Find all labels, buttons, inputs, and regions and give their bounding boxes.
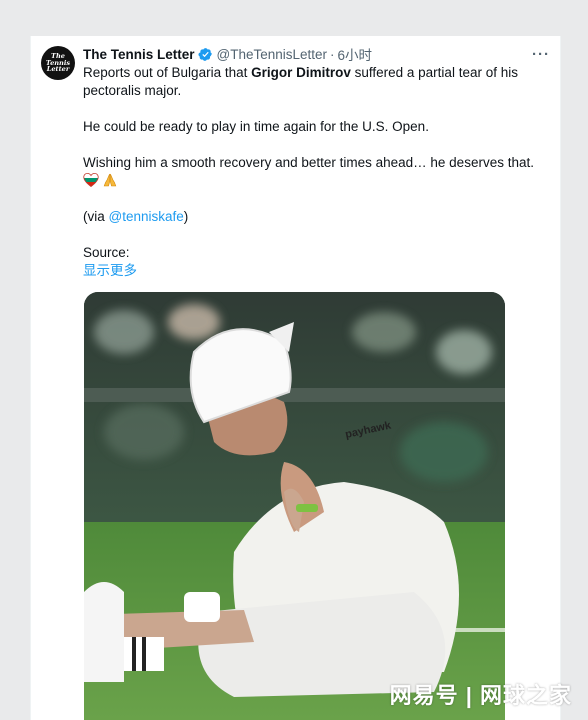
show-more-link[interactable]: 显示更多 bbox=[83, 262, 546, 280]
avatar[interactable]: The Tennis Letter bbox=[41, 46, 75, 80]
paragraph-1: Reports out of Bulgaria that Grigor Dimi… bbox=[83, 65, 518, 98]
separator-dot: · bbox=[330, 46, 335, 62]
paragraph-via: (via @tenniskafe) bbox=[83, 209, 189, 224]
tweet-text: Reports out of Bulgaria that Grigor Dimi… bbox=[83, 64, 546, 280]
player-name: Grigor Dimitrov bbox=[251, 65, 351, 80]
verified-badge-icon bbox=[197, 47, 212, 61]
avatar-logo-text: The Tennis Letter bbox=[45, 52, 71, 74]
paragraph-3: Wishing him a smooth recovery and better… bbox=[83, 154, 546, 190]
timestamp[interactable]: 6小时 bbox=[338, 44, 373, 64]
heart-flag-emoji-icon bbox=[83, 172, 99, 188]
tweet-photo[interactable]: payhawk bbox=[84, 292, 505, 720]
author-name[interactable]: The Tennis Letter bbox=[83, 47, 195, 62]
more-options-icon[interactable]: ··· bbox=[532, 46, 550, 63]
mention-link[interactable]: @tenniskafe bbox=[109, 209, 184, 224]
praying-hands-emoji-icon bbox=[103, 173, 117, 187]
source-label: Source: bbox=[83, 245, 130, 260]
photo-illustration: payhawk bbox=[84, 292, 505, 720]
watermark: 网易号 | 网球之家 bbox=[389, 683, 572, 708]
author-handle[interactable]: @TheTennisLetter bbox=[217, 47, 328, 62]
tweet-header: The Tennis Letter @TheTennisLetter · 6小时… bbox=[83, 44, 550, 64]
tweet-card: The Tennis Letter The Tennis Letter @The… bbox=[30, 36, 561, 720]
paragraph-2: He could be ready to play in time again … bbox=[83, 119, 429, 134]
